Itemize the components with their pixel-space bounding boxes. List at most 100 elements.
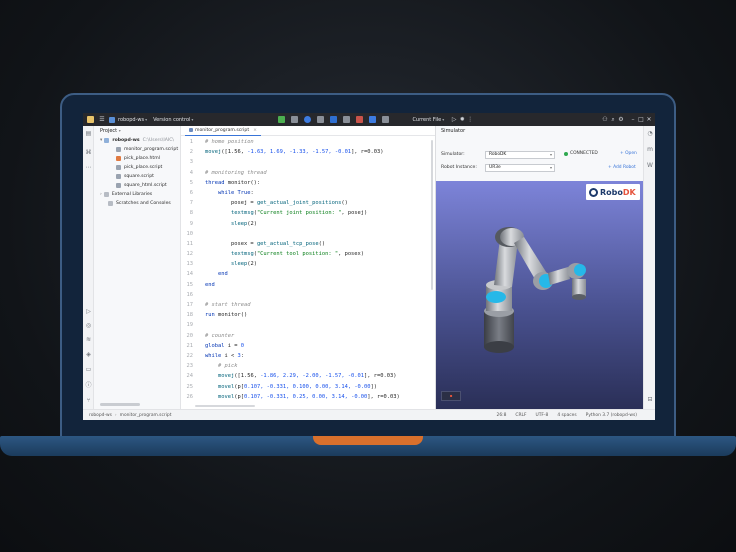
add-robot-button[interactable]: + Add Robot (608, 165, 636, 170)
code-token: thread (205, 179, 228, 186)
code-line[interactable]: 13 sleep(2) (181, 259, 435, 269)
code-line[interactable]: 6 while True: (181, 188, 435, 198)
project-switcher[interactable]: robopd-ws▾ (118, 117, 147, 123)
code-line[interactable]: 22 while i < 3: (181, 351, 435, 361)
title-bar: ☰ robopd-ws▾ Version control▾ Current Fi… (83, 113, 655, 126)
tree-file-pick-script[interactable]: pick_place.script (94, 163, 180, 172)
plugin-icon-extra[interactable] (382, 116, 390, 123)
code-line[interactable]: 19 (181, 320, 435, 330)
code-line[interactable]: 21 global i = 0 (181, 341, 435, 351)
indent-setting[interactable]: 4 spaces (557, 413, 576, 418)
file-icon (116, 174, 121, 179)
code-line[interactable]: 8 textmsg("Current joint position: ", po… (181, 208, 435, 218)
tree-external-libraries[interactable]: › External Libraries (94, 190, 180, 199)
viewport-badge[interactable]: ▪ (441, 391, 461, 401)
search-icon[interactable]: ⌕ (609, 116, 617, 124)
editor-horizontal-scrollbar[interactable] (195, 405, 255, 407)
structure-tool-icon[interactable]: ⌘ (85, 149, 92, 156)
more-tools-icon[interactable]: ⋯ (85, 164, 92, 171)
maximize-icon[interactable]: □ (637, 116, 645, 124)
add-user-icon[interactable]: ⚇ (601, 116, 609, 124)
code-line[interactable]: 10 (181, 229, 435, 239)
code-line[interactable]: 3 (181, 157, 435, 167)
project-tool-icon[interactable]: ▤ (85, 130, 92, 137)
tree-file-square[interactable]: square.script (94, 172, 180, 181)
plugin-m-icon[interactable]: m (646, 146, 654, 154)
line-number: 13 (186, 261, 194, 268)
code-token: ([1.56, (221, 149, 248, 156)
terminal-tool-icon[interactable]: ▭ (85, 366, 92, 373)
code-line[interactable]: 26 movel(p[0.107, -0.331, 0.25, 0.00, 3.… (181, 392, 435, 402)
more-icon[interactable]: ⋮ (466, 116, 474, 124)
cursor-position[interactable]: 26:8 (497, 413, 507, 418)
database-icon[interactable]: ⊟ (646, 396, 654, 404)
code-line[interactable]: 4 # monitoring thread (181, 168, 435, 178)
vcs-menu[interactable]: Version control▾ (153, 117, 193, 123)
code-line[interactable]: 12 textmsg("Current tool position: ", po… (181, 249, 435, 259)
minimize-icon[interactable]: – (629, 116, 637, 124)
tree-file-pick-html[interactable]: pick_place.html (94, 154, 180, 163)
code-line[interactable]: 9 sleep(2) (181, 219, 435, 229)
services-tool-icon[interactable]: ◎ (85, 322, 92, 329)
code-editor[interactable]: monitor_program.script × 1 # home positio… (181, 126, 435, 409)
code-token: ([1.56, (234, 373, 261, 380)
code-line[interactable]: 14 end (181, 269, 435, 279)
tree-root-folder[interactable]: ▾ robopd-ws C:\Users\IAIC\ (94, 136, 180, 145)
line-number: 18 (186, 312, 194, 319)
run-icon[interactable]: ▷ (450, 116, 458, 124)
settings-icon[interactable]: ⚙ (617, 116, 625, 124)
simulator-select[interactable]: RoboDK ▾ (485, 150, 555, 159)
code-line[interactable]: 15 end (181, 280, 435, 290)
notifications-icon[interactable]: ◔ (646, 130, 654, 138)
plugin-icon-blue[interactable] (304, 116, 312, 123)
editor-vertical-scrollbar[interactable] (431, 140, 433, 290)
tab-close-icon[interactable]: × (253, 128, 257, 133)
plugin-icon-red[interactable] (356, 116, 364, 123)
tree-scratches[interactable]: Scratches and Consoles (94, 199, 180, 208)
code-line[interactable]: 20 # counter (181, 331, 435, 341)
layers-tool-icon[interactable]: ≋ (85, 336, 92, 343)
plugin-icon-docker[interactable] (330, 116, 338, 123)
code-line[interactable]: 11 posex = get_actual_tcp_pose() (181, 239, 435, 249)
code-line[interactable]: 25 movel(p[0.107, -0.331, 0.100, 0.00, 3… (181, 382, 435, 392)
robodk-3d-viewport[interactable]: Robo DK ▪ (436, 181, 643, 409)
line-number: 1 (189, 139, 193, 145)
code-line[interactable]: 2 movej([1.56, -1.63, 1.69, -1.33, -1.57,… (181, 147, 435, 157)
plugin-icon-db[interactable] (343, 116, 351, 123)
code-line[interactable]: 24 movej([1.56, -1.86, 2.29, -2.00, -1.5… (181, 371, 435, 381)
problems-tool-icon[interactable]: ◈ (85, 351, 92, 358)
open-simulator-button[interactable]: + Open (620, 151, 637, 156)
hamburger-menu-icon[interactable]: ☰ (98, 116, 106, 124)
run-tool-icon[interactable]: ▷ (85, 308, 92, 315)
tree-file-square-html[interactable]: square_html.script (94, 181, 180, 190)
tab-monitor-program[interactable]: monitor_program.script × (185, 126, 261, 136)
status-breadcrumb-project[interactable]: robopd-ws (89, 413, 112, 418)
project-scrollbar[interactable] (100, 403, 140, 406)
status-breadcrumb-file[interactable]: monitor_program.script (120, 413, 172, 418)
code-line[interactable]: 1 # home position (181, 137, 435, 147)
code-line[interactable]: 16 (181, 290, 435, 300)
python-interpreter[interactable]: Python 3.7 (robopd-ws) (586, 413, 637, 418)
tree-file-monitor[interactable]: monitor_program.script (94, 145, 180, 154)
plugin-w-icon[interactable]: W (646, 162, 654, 170)
plugin-icon-green[interactable] (278, 116, 286, 123)
plugin-icon-cloud[interactable] (369, 116, 377, 123)
code-line[interactable]: 7 posej = get_actual_joint_positions() (181, 198, 435, 208)
code-line[interactable]: 5 thread monitor(): (181, 178, 435, 188)
debug-icon[interactable]: ✹ (458, 116, 466, 124)
plugin-icon-grey[interactable] (291, 116, 299, 123)
project-panel-title[interactable]: Project ▾ (94, 126, 180, 136)
code-line[interactable]: 23 # pick (181, 361, 435, 371)
code-line[interactable]: 17 # start thread (181, 300, 435, 310)
close-icon[interactable]: ✕ (645, 116, 653, 124)
robot-instance-select[interactable]: UR3e ▾ (485, 163, 555, 172)
run-config-selector[interactable]: Current File▾ (412, 117, 444, 123)
plugin-icon-tools[interactable] (317, 116, 325, 123)
git-tool-icon[interactable]: ⑂ (85, 397, 92, 404)
info-tool-icon[interactable]: ⓘ (85, 382, 92, 389)
file-encoding[interactable]: UTF-8 (536, 413, 549, 418)
line-separator[interactable]: CRLF (515, 413, 526, 418)
code-line[interactable]: 18 run monitor() (181, 310, 435, 320)
